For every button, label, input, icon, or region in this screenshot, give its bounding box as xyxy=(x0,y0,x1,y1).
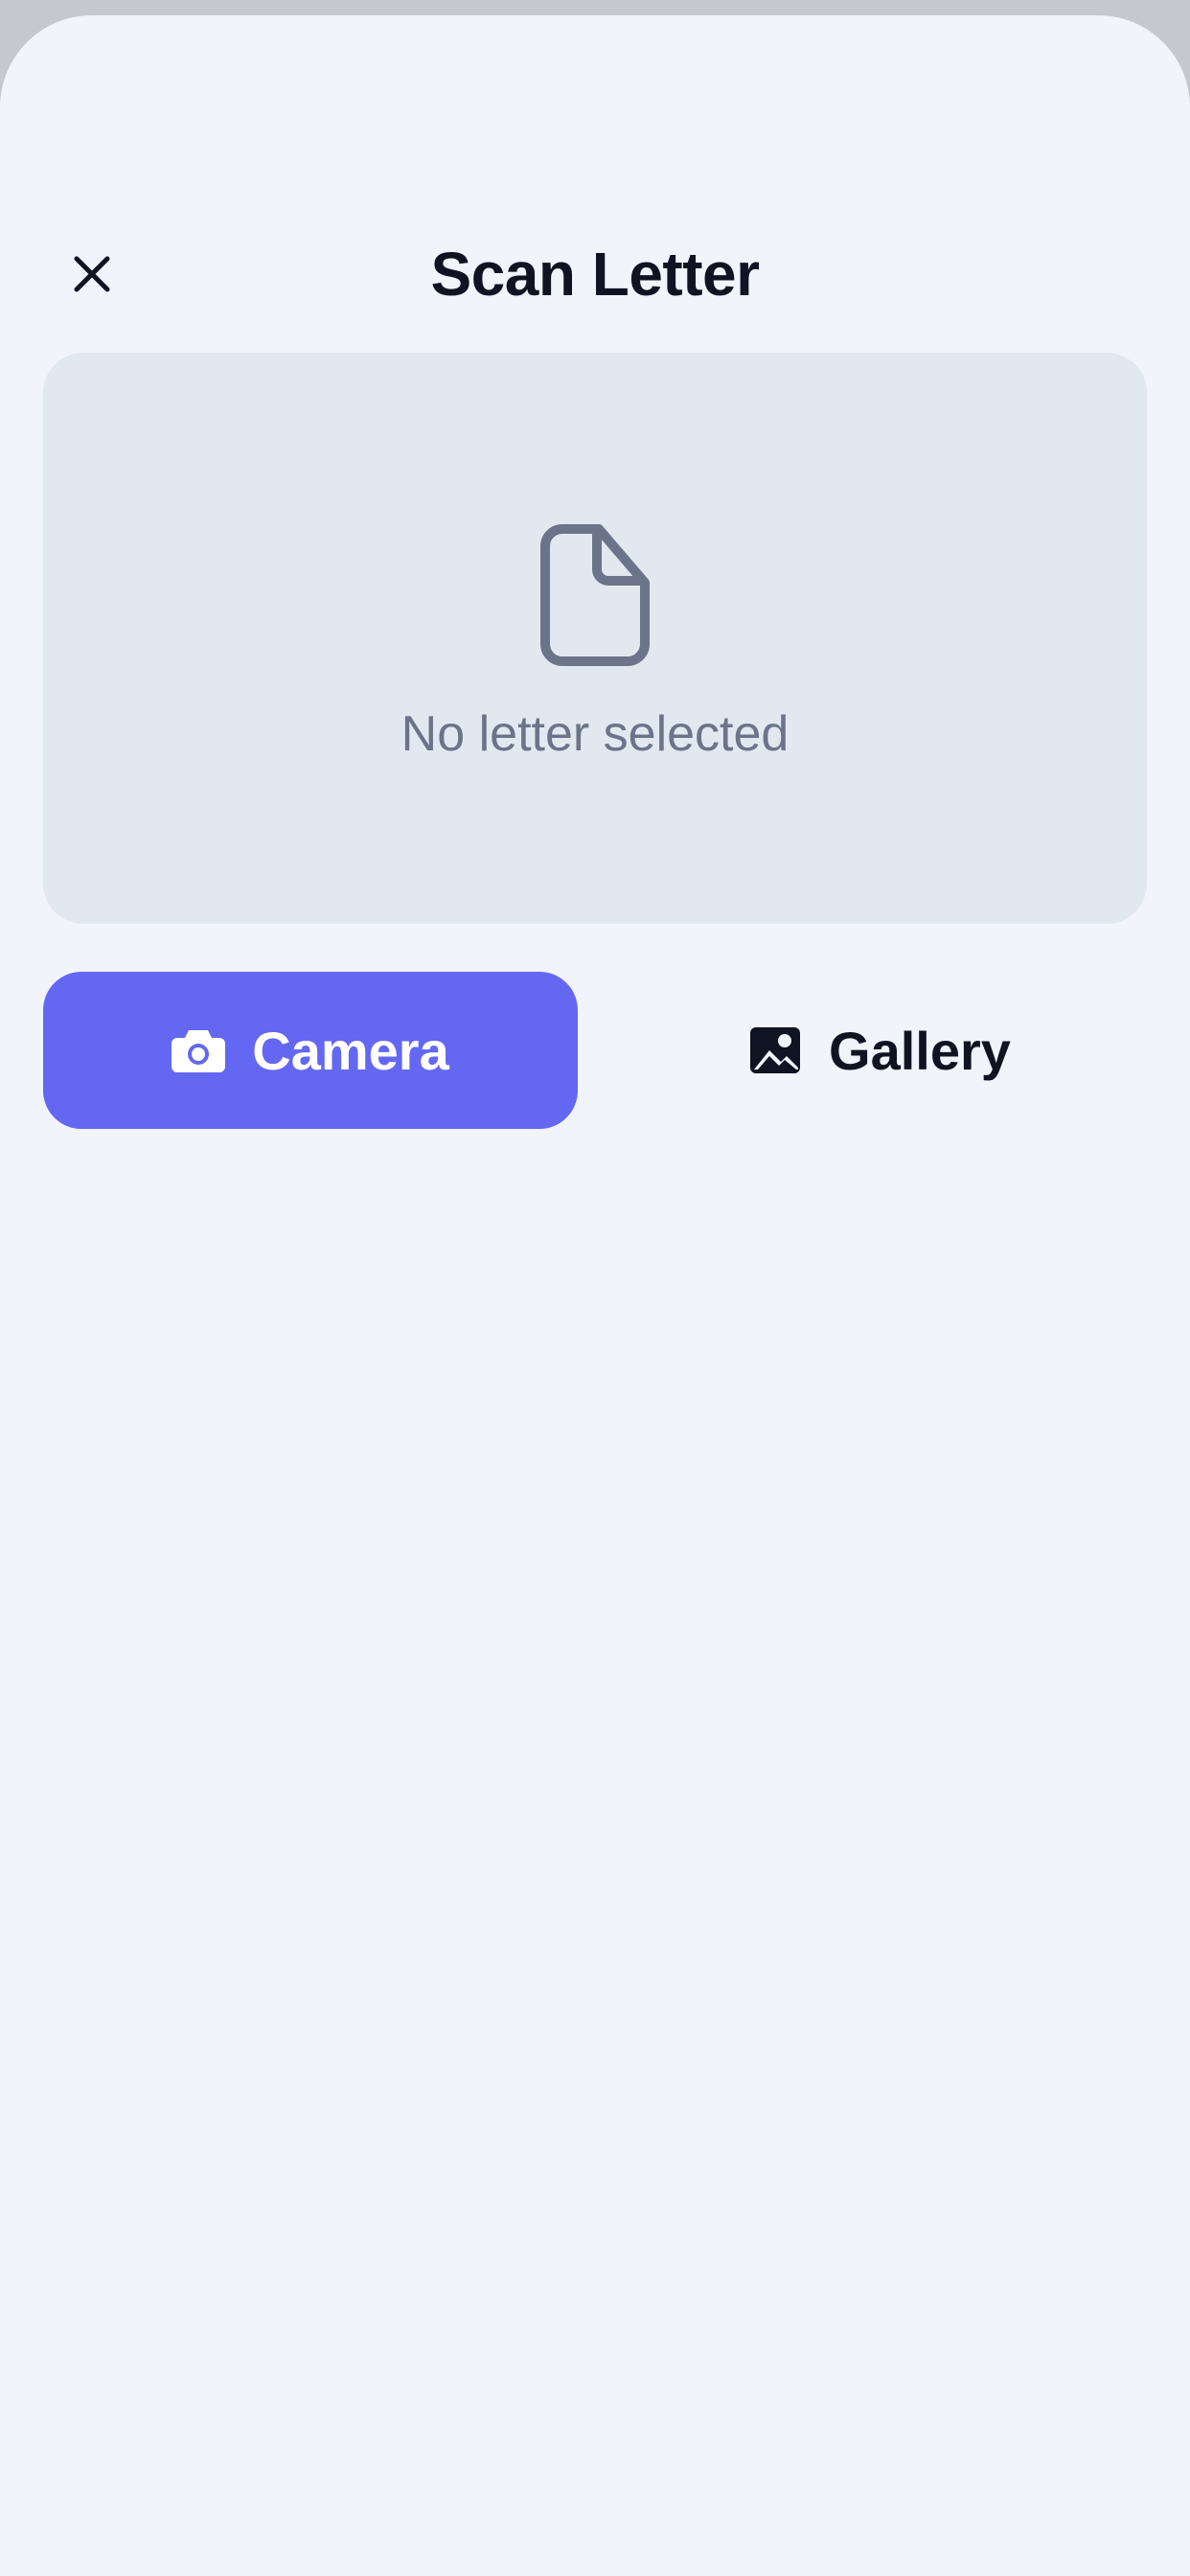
scan-letter-sheet: Scan Letter No letter selected Camera Ga… xyxy=(0,15,1190,2576)
gallery-button-label: Gallery xyxy=(829,1020,1011,1081)
camera-button-label: Camera xyxy=(252,1020,449,1081)
camera-button[interactable]: Camera xyxy=(43,972,578,1129)
gallery-button[interactable]: Gallery xyxy=(612,972,1147,1129)
letter-preview[interactable]: No letter selected xyxy=(43,353,1147,924)
document-icon xyxy=(540,524,650,666)
image-icon xyxy=(748,1025,802,1075)
empty-state-text: No letter selected xyxy=(400,706,790,762)
page-title: Scan Letter xyxy=(430,240,760,309)
camera-icon xyxy=(172,1028,226,1072)
header: Scan Letter xyxy=(0,207,1190,341)
